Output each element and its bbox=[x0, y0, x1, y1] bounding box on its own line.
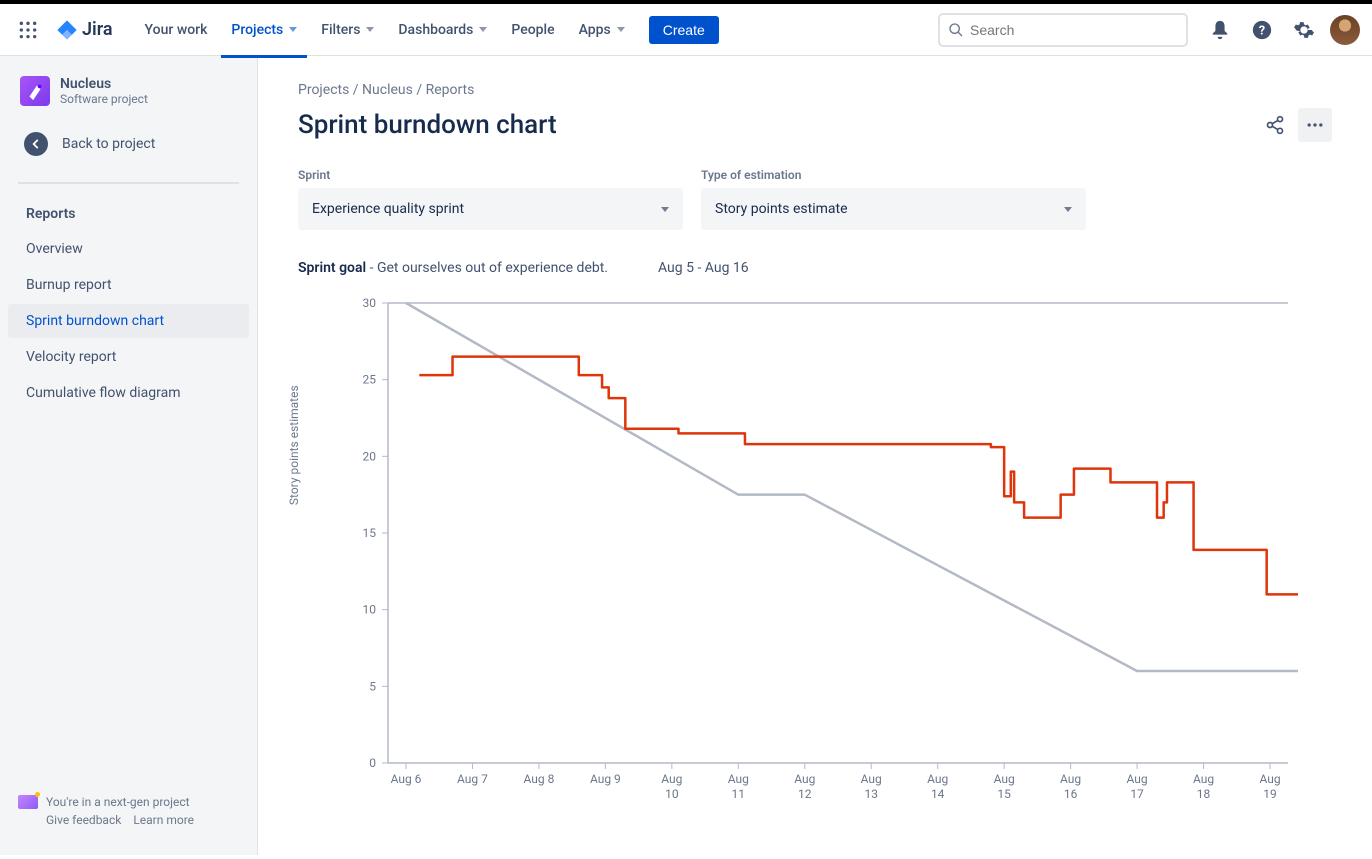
primary-nav: Your workProjectsFiltersDashboardsPeople… bbox=[135, 16, 635, 44]
main-content: Projects / Nucleus / Reports Sprint burn… bbox=[258, 56, 1372, 855]
svg-text:Aug 8: Aug 8 bbox=[524, 772, 555, 786]
nav-filters[interactable]: Filters bbox=[311, 16, 384, 44]
chevron-down-icon bbox=[289, 27, 297, 32]
topbar-actions: ? bbox=[1204, 14, 1360, 46]
svg-text:Aug: Aug bbox=[927, 772, 948, 786]
app-switcher-icon[interactable] bbox=[12, 14, 44, 46]
estimation-value: Story points estimate bbox=[715, 201, 848, 217]
sprint-value: Experience quality sprint bbox=[312, 201, 464, 217]
nav-dashboards[interactable]: Dashboards bbox=[388, 16, 497, 44]
svg-text:Aug: Aug bbox=[728, 772, 749, 786]
back-label: Back to project bbox=[62, 136, 155, 152]
project-name: Nucleus bbox=[60, 76, 148, 92]
chart-ylabel: Story points estimates bbox=[287, 385, 301, 505]
more-actions-button[interactable] bbox=[1298, 108, 1332, 142]
svg-text:Aug: Aug bbox=[1060, 772, 1081, 786]
breadcrumb[interactable]: Projects / Nucleus / Reports bbox=[298, 82, 1332, 98]
svg-text:13: 13 bbox=[864, 787, 878, 801]
svg-text:11: 11 bbox=[732, 787, 746, 801]
footer-note: You're in a next-gen project bbox=[46, 795, 190, 809]
svg-text:17: 17 bbox=[1130, 787, 1144, 801]
nav-apps[interactable]: Apps bbox=[569, 16, 635, 44]
svg-text:Aug: Aug bbox=[1259, 772, 1280, 786]
chevron-down-icon bbox=[661, 207, 669, 212]
sidebar-item-cumulative-flow-diagram[interactable]: Cumulative flow diagram bbox=[8, 376, 249, 410]
notifications-icon[interactable] bbox=[1204, 14, 1236, 46]
user-avatar[interactable] bbox=[1330, 15, 1360, 45]
svg-text:0: 0 bbox=[369, 756, 376, 770]
svg-text:12: 12 bbox=[798, 787, 812, 801]
sprint-dates: Aug 5 - Aug 16 bbox=[658, 260, 749, 276]
estimation-select-label: Type of estimation bbox=[701, 168, 1086, 182]
svg-text:Aug: Aug bbox=[661, 772, 682, 786]
settings-icon[interactable] bbox=[1288, 14, 1320, 46]
svg-text:Aug: Aug bbox=[861, 772, 882, 786]
svg-text:Aug: Aug bbox=[794, 772, 815, 786]
sprint-select[interactable]: Experience quality sprint bbox=[298, 188, 683, 230]
jira-logo[interactable]: Jira bbox=[48, 19, 121, 41]
svg-text:10: 10 bbox=[363, 603, 377, 617]
search-input[interactable] bbox=[938, 13, 1188, 47]
svg-text:Aug: Aug bbox=[994, 772, 1015, 786]
back-arrow-icon bbox=[24, 132, 48, 156]
svg-text:30: 30 bbox=[363, 298, 377, 310]
svg-text:14: 14 bbox=[931, 787, 945, 801]
svg-text:18: 18 bbox=[1197, 787, 1211, 801]
sprint-goal: Sprint goal - Get ourselves out of exper… bbox=[298, 260, 608, 276]
divider bbox=[18, 182, 239, 184]
search-field[interactable] bbox=[970, 22, 1178, 38]
sidebar-item-velocity-report[interactable]: Velocity report bbox=[8, 340, 249, 374]
back-to-project[interactable]: Back to project bbox=[8, 122, 249, 166]
svg-text:10: 10 bbox=[665, 787, 679, 801]
learn-more-link[interactable]: Learn more bbox=[133, 813, 194, 827]
product-name: Jira bbox=[82, 19, 113, 40]
svg-text:16: 16 bbox=[1064, 787, 1078, 801]
svg-text:?: ? bbox=[1259, 23, 1265, 38]
svg-text:15: 15 bbox=[363, 526, 377, 540]
svg-text:25: 25 bbox=[363, 373, 377, 387]
chevron-down-icon bbox=[1064, 207, 1072, 212]
sidebar-footer: You're in a next-gen project Give feedba… bbox=[8, 787, 249, 835]
svg-text:19: 19 bbox=[1263, 787, 1277, 801]
svg-text:15: 15 bbox=[997, 787, 1011, 801]
svg-text:Aug: Aug bbox=[1193, 772, 1214, 786]
svg-text:Aug 6: Aug 6 bbox=[391, 772, 422, 786]
project-type: Software project bbox=[60, 92, 148, 106]
chevron-down-icon bbox=[366, 27, 374, 32]
nav-projects[interactable]: Projects bbox=[221, 16, 307, 44]
nextgen-icon bbox=[18, 795, 38, 809]
chevron-down-icon bbox=[479, 27, 487, 32]
project-icon bbox=[20, 76, 50, 106]
chevron-down-icon bbox=[617, 27, 625, 32]
give-feedback-link[interactable]: Give feedback bbox=[46, 813, 121, 827]
sidebar-item-sprint-burndown-chart[interactable]: Sprint burndown chart bbox=[8, 304, 249, 338]
sprint-select-label: Sprint bbox=[298, 168, 683, 182]
sidebar-item-overview[interactable]: Overview bbox=[8, 232, 249, 266]
svg-text:Aug 9: Aug 9 bbox=[590, 772, 621, 786]
topbar: Jira Your workProjectsFiltersDashboardsP… bbox=[0, 0, 1372, 56]
help-icon[interactable]: ? bbox=[1246, 14, 1278, 46]
search-icon bbox=[948, 22, 964, 38]
sidebar: Nucleus Software project Back to project… bbox=[0, 56, 258, 855]
estimation-select[interactable]: Story points estimate bbox=[701, 188, 1086, 230]
page-title: Sprint burndown chart bbox=[298, 110, 557, 140]
sidebar-section-reports: Reports bbox=[8, 198, 249, 230]
svg-text:Aug: Aug bbox=[1127, 772, 1148, 786]
svg-text:Aug 7: Aug 7 bbox=[457, 772, 488, 786]
nav-people[interactable]: People bbox=[501, 16, 564, 44]
create-button[interactable]: Create bbox=[649, 16, 719, 44]
sidebar-item-burnup-report[interactable]: Burnup report bbox=[8, 268, 249, 302]
burndown-chart: Story points estimates 051015202530Aug 6… bbox=[298, 298, 1332, 818]
svg-text:20: 20 bbox=[363, 449, 377, 463]
nav-your-work[interactable]: Your work bbox=[135, 16, 218, 44]
share-button[interactable] bbox=[1258, 108, 1292, 142]
project-header[interactable]: Nucleus Software project bbox=[8, 76, 249, 122]
svg-text:5: 5 bbox=[369, 679, 376, 693]
